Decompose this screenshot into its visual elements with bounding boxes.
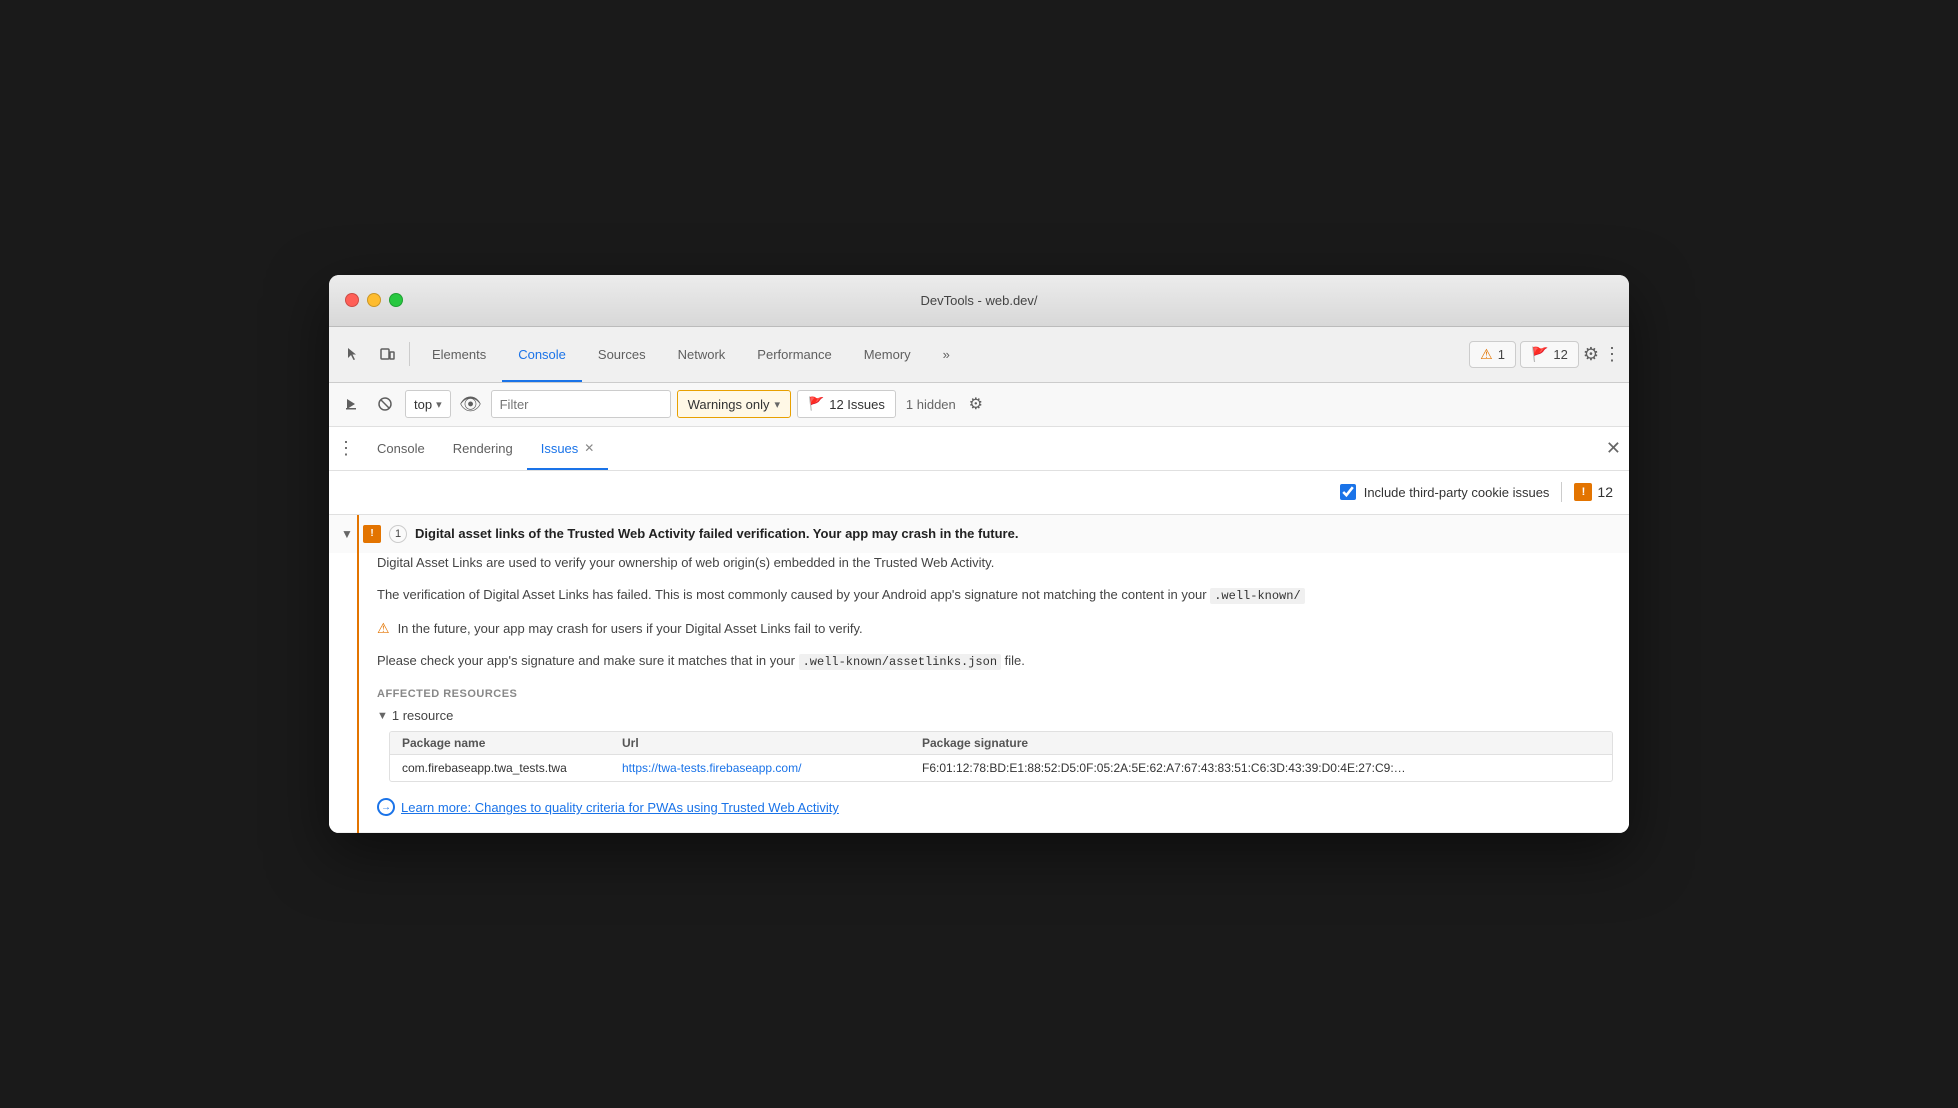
affected-resources-section: AFFECTED RESOURCES ▼ 1 resource Package …: [377, 688, 1613, 782]
resource-table-header: Package name Url Package signature: [390, 732, 1612, 755]
cell-signature: F6:01:12:78:BD:E1:88:52:D5:0F:05:2A:5E:6…: [922, 761, 1600, 775]
devtools-toolbar: Elements Console Sources Network Perform…: [329, 327, 1629, 383]
resource-toggle-arrow-icon: ▼: [377, 710, 388, 722]
expand-arrow-icon: ▼: [341, 527, 355, 541]
learn-more-link[interactable]: Learn more: Changes to quality criteria …: [377, 798, 1613, 816]
warning-count: 1: [1498, 347, 1505, 362]
issue-paragraph-1: Digital Asset Links are used to verify y…: [377, 553, 1613, 574]
cell-url[interactable]: https://twa-tests.firebaseapp.com/: [622, 761, 922, 775]
maximize-button[interactable]: [389, 293, 403, 307]
total-issues-count: ! 12: [1574, 483, 1613, 501]
console-toolbar: top ▾ 👁 Warnings only ▾ 🚩 12 Issues 1 hi…: [329, 383, 1629, 427]
more-panels-icon[interactable]: ⋮: [337, 438, 355, 459]
total-count-label: 12: [1597, 484, 1613, 500]
affected-resources-title: AFFECTED RESOURCES: [377, 688, 1613, 700]
cell-package-name: com.firebaseapp.twa_tests.twa: [402, 761, 622, 775]
context-select[interactable]: top ▾: [405, 390, 451, 418]
external-link-icon: [377, 798, 395, 816]
tab-sources[interactable]: Sources: [582, 327, 662, 382]
toolbar-divider-1: [409, 342, 410, 366]
warning-icon: ⚠: [1480, 346, 1493, 363]
issues-flag-small-icon: 🚩: [808, 396, 824, 412]
window-title: DevTools - web.dev/: [920, 293, 1037, 308]
play-icon: [344, 397, 358, 411]
block-icon: [377, 396, 393, 412]
tab-console[interactable]: Console: [502, 327, 582, 382]
issues-content: ▼ ! 1 Digital asset links of the Trusted…: [329, 515, 1629, 834]
context-select-value: top: [414, 397, 432, 412]
sub-tab-rendering[interactable]: Rendering: [439, 427, 527, 470]
issue-title: Digital asset links of the Trusted Web A…: [415, 526, 1018, 541]
filter-input[interactable]: [491, 390, 671, 418]
toolbar-right: ⚠ 1 🚩 12 ⚙ ⋮: [1469, 341, 1621, 368]
resource-toggle[interactable]: ▼ 1 resource: [377, 708, 1613, 723]
resource-table: Package name Url Package signature com.f…: [389, 731, 1613, 782]
resource-count-label: 1 resource: [392, 708, 453, 723]
settings-icon[interactable]: ⚙: [1583, 344, 1599, 365]
device-icon: [379, 346, 395, 362]
clear-console-button[interactable]: [337, 390, 365, 418]
tab-memory[interactable]: Memory: [848, 327, 927, 382]
warnings-chevron-icon: ▾: [775, 398, 781, 411]
code-assetlinks: .well-known/assetlinks.json: [799, 654, 1001, 670]
checkbox-label: Include third-party cookie issues: [1364, 485, 1550, 500]
hidden-count-label: 1 hidden: [906, 397, 956, 412]
separator: [1561, 482, 1562, 502]
sub-tab-issues[interactable]: Issues ✕: [527, 427, 609, 470]
sub-tabs-bar: ⋮ Console Rendering Issues ✕ ✕: [329, 427, 1629, 471]
issues-count-button[interactable]: 🚩 12 Issues: [797, 390, 896, 418]
third-party-cookie-checkbox[interactable]: [1340, 484, 1356, 500]
block-icon-button[interactable]: [371, 390, 399, 418]
warnings-badge-button[interactable]: ⚠ 1: [1469, 341, 1516, 368]
title-bar: DevTools - web.dev/: [329, 275, 1629, 327]
warnings-text: Warnings only: [688, 397, 770, 412]
warning-square-icon: !: [1574, 483, 1592, 501]
more-tabs-button[interactable]: »: [927, 327, 966, 382]
window-controls: [345, 293, 403, 307]
col-package-name: Package name: [402, 736, 622, 750]
main-tabs: Elements Console Sources Network Perform…: [416, 327, 966, 382]
tab-elements[interactable]: Elements: [416, 327, 502, 382]
warnings-filter-button[interactable]: Warnings only ▾: [677, 390, 791, 418]
issue-item: ▼ ! 1 Digital asset links of the Trusted…: [329, 515, 1629, 834]
cursor-icon: [345, 346, 361, 362]
third-party-checkbox-wrapper: Include third-party cookie issues: [1340, 484, 1550, 500]
close-issues-tab-icon[interactable]: ✕: [584, 441, 594, 455]
code-wellknown: .well-known/: [1210, 588, 1304, 604]
close-drawer-icon[interactable]: ✕: [1606, 438, 1621, 459]
warn-triangle-icon: ⚠: [377, 620, 390, 637]
issues-badge-button[interactable]: 🚩 12: [1520, 341, 1579, 368]
issue-header-row[interactable]: ▼ ! 1 Digital asset links of the Trusted…: [329, 515, 1629, 553]
chevron-down-icon: ▾: [436, 398, 442, 411]
learn-more-anchor[interactable]: Learn more: Changes to quality criteria …: [401, 800, 839, 815]
close-button[interactable]: [345, 293, 359, 307]
more-options-icon[interactable]: ⋮: [1603, 344, 1621, 365]
issues-header: Include third-party cookie issues ! 12: [329, 471, 1629, 515]
console-settings-icon[interactable]: ⚙: [962, 390, 990, 418]
minimize-button[interactable]: [367, 293, 381, 307]
issues-count-label: 12 Issues: [829, 397, 885, 412]
issue-warning-note: ⚠ In the future, your app may crash for …: [377, 619, 1613, 640]
issue-paragraph-3: Please check your app's signature and ma…: [377, 651, 1613, 672]
issue-paragraph-2: The verification of Digital Asset Links …: [377, 585, 1613, 606]
devtools-window: DevTools - web.dev/ Elements Console Sou…: [329, 275, 1629, 834]
issue-warning-icon: !: [363, 525, 381, 543]
device-mode-button[interactable]: [371, 338, 403, 370]
tab-network[interactable]: Network: [662, 327, 742, 382]
show-live-expressions-button[interactable]: 👁: [457, 390, 485, 418]
issues-flag-icon: 🚩: [1531, 346, 1548, 363]
col-signature: Package signature: [922, 736, 1600, 750]
tab-performance[interactable]: Performance: [741, 327, 847, 382]
issue-warning-text: In the future, your app may crash for us…: [398, 619, 863, 640]
table-row: com.firebaseapp.twa_tests.twa https://tw…: [390, 755, 1612, 781]
issue-body: Digital Asset Links are used to verify y…: [329, 553, 1629, 833]
inspect-element-button[interactable]: [337, 338, 369, 370]
col-url: Url: [622, 736, 922, 750]
issues-count: 12: [1553, 347, 1567, 362]
issue-count-circle: 1: [389, 525, 407, 543]
sub-tab-console[interactable]: Console: [363, 427, 439, 470]
